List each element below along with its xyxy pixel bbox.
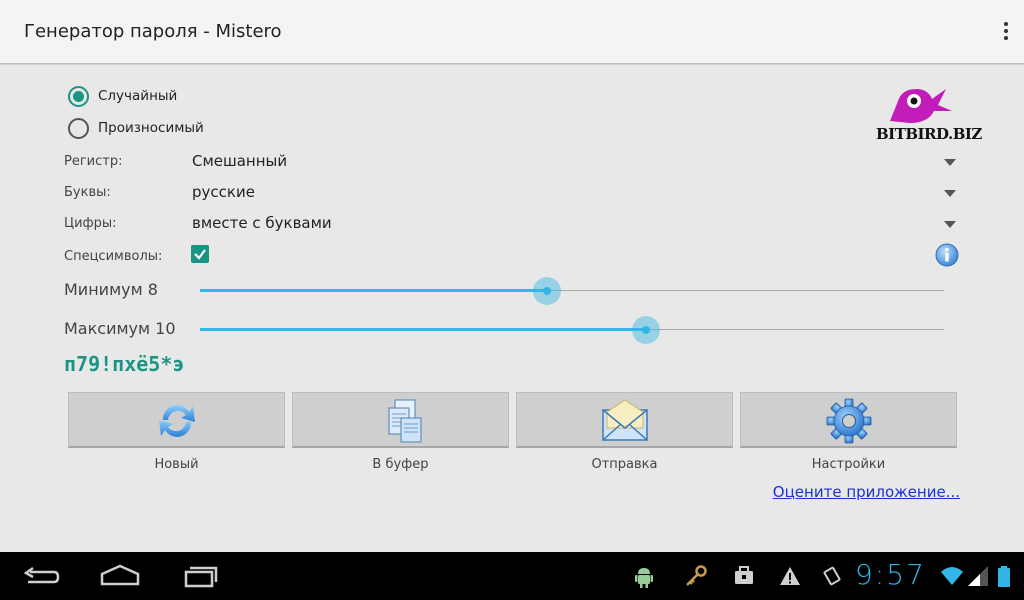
system-bar: 9:57 <box>0 552 1024 600</box>
overflow-menu-icon[interactable] <box>998 20 1014 44</box>
radio-pronounceable[interactable]: Произносимый <box>68 116 204 140</box>
app-title: Генератор пароля - Mistero <box>24 21 282 42</box>
logo-text: BITBIRD.BIZ <box>876 125 982 143</box>
wifi-icon <box>941 567 963 585</box>
copy-icon <box>388 399 421 443</box>
key-icon <box>686 565 707 586</box>
digits-value: вместе с буквами <box>192 214 332 232</box>
max-length-slider[interactable] <box>200 315 944 345</box>
info-icon[interactable] <box>935 243 959 267</box>
register-value: Смешанный <box>192 152 288 170</box>
android-icon <box>635 568 653 588</box>
max-length-label: Максимум 10 <box>64 319 176 338</box>
bird-logo-icon <box>890 89 952 123</box>
new-button-label: Новый <box>154 457 199 472</box>
generated-password[interactable]: п79!пхё5*э <box>64 352 184 376</box>
main-content: Случайный Произносимый BITBIRD.BIZ Регис… <box>0 65 1024 552</box>
min-length-label: Минимум 8 <box>64 280 158 299</box>
dropdown-arrow-icon <box>944 159 956 166</box>
back-icon <box>23 566 60 584</box>
refresh-icon <box>158 405 195 437</box>
register-spinner[interactable]: Смешанный <box>192 152 960 176</box>
recents-icon <box>184 566 218 588</box>
send-button[interactable] <box>516 392 733 448</box>
dropdown-arrow-icon <box>944 221 956 228</box>
dropdown-arrow-icon <box>944 190 956 197</box>
slider-thumb[interactable] <box>632 316 661 344</box>
radio-icon-checked <box>68 85 89 107</box>
copy-button[interactable] <box>292 392 509 448</box>
letters-value: русские <box>192 183 255 201</box>
action-bar: Генератор пароля - Mistero <box>0 0 1024 64</box>
radio-icon-unchecked <box>68 117 89 139</box>
bitbird-logo[interactable]: BITBIRD.BIZ <box>876 81 982 145</box>
letters-label: Буквы: <box>64 185 111 200</box>
rate-app-link[interactable]: Оцените приложение... <box>773 483 960 501</box>
status-clock: 9:57 <box>855 558 926 591</box>
settings-button[interactable] <box>740 392 957 448</box>
briefcase-icon <box>735 566 753 584</box>
min-length-slider[interactable] <box>200 276 944 306</box>
special-label: Спецсимволы: <box>64 249 163 264</box>
send-button-label: Отправка <box>591 457 658 472</box>
radio-pronounceable-label: Произносимый <box>98 120 204 136</box>
digits-label: Цифры: <box>64 216 117 231</box>
radio-random-label: Случайный <box>98 88 178 104</box>
rotate-icon <box>823 566 841 586</box>
back-button[interactable] <box>18 560 66 594</box>
slider-thumb[interactable] <box>532 277 561 305</box>
radio-random[interactable]: Случайный <box>68 84 177 108</box>
signal-icon <box>968 566 988 586</box>
gear-icon <box>826 398 871 444</box>
digits-spinner[interactable]: вместе с буквами <box>192 214 960 238</box>
warning-icon <box>780 567 800 585</box>
settings-button-label: Настройки <box>811 457 886 472</box>
check-icon <box>194 249 206 260</box>
slider-fill <box>200 289 547 292</box>
copy-button-label: В буфер <box>372 457 429 472</box>
slider-fill <box>200 328 647 331</box>
home-button[interactable] <box>96 560 144 594</box>
letters-spinner[interactable]: русские <box>192 183 960 207</box>
recents-button[interactable] <box>176 560 224 594</box>
mail-icon <box>601 399 648 441</box>
battery-icon <box>998 566 1010 587</box>
register-label: Регистр: <box>64 154 123 169</box>
special-checkbox[interactable] <box>191 245 209 263</box>
home-icon <box>100 564 140 586</box>
new-button[interactable] <box>68 392 285 448</box>
